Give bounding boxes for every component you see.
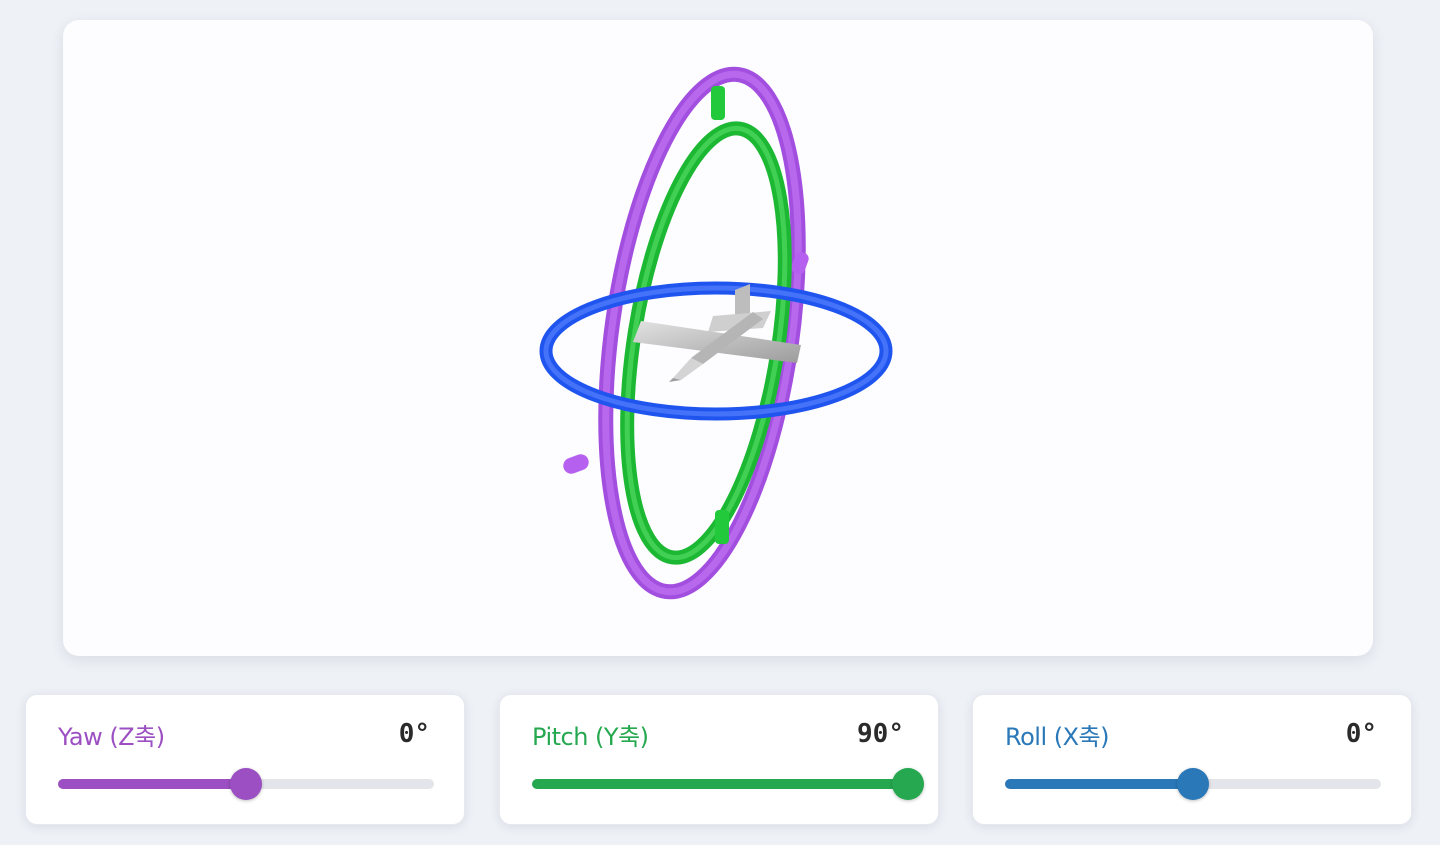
pitch-label: Pitch (Y축): [532, 723, 649, 751]
roll-label: Roll (X축): [1005, 723, 1110, 751]
roll-slider-fill: [1005, 779, 1193, 789]
yaw-slider-thumb[interactable]: [230, 768, 262, 800]
roll-slider-thumb[interactable]: [1177, 768, 1209, 800]
pitch-value: 90°: [857, 719, 904, 749]
roll-control-card: Roll (X축) 0°: [972, 694, 1412, 825]
yaw-label: Yaw (Z축): [58, 723, 165, 751]
yaw-control-card: Yaw (Z축) 0°: [25, 694, 465, 825]
yaw-value: 0°: [398, 719, 430, 749]
pitch-slider[interactable]: [532, 768, 924, 800]
roll-value: 0°: [1345, 719, 1377, 749]
pitch-slider-thumb[interactable]: [892, 768, 924, 800]
yaw-slider[interactable]: [58, 768, 434, 800]
gimbal-viewport[interactable]: [63, 20, 1373, 656]
gimbal-scene: [539, 66, 893, 600]
pitch-slider-fill: [532, 779, 908, 789]
yaw-slider-fill: [58, 779, 246, 789]
pitch-control-card: Pitch (Y축) 90°: [499, 694, 939, 825]
roll-slider[interactable]: [1005, 768, 1381, 800]
